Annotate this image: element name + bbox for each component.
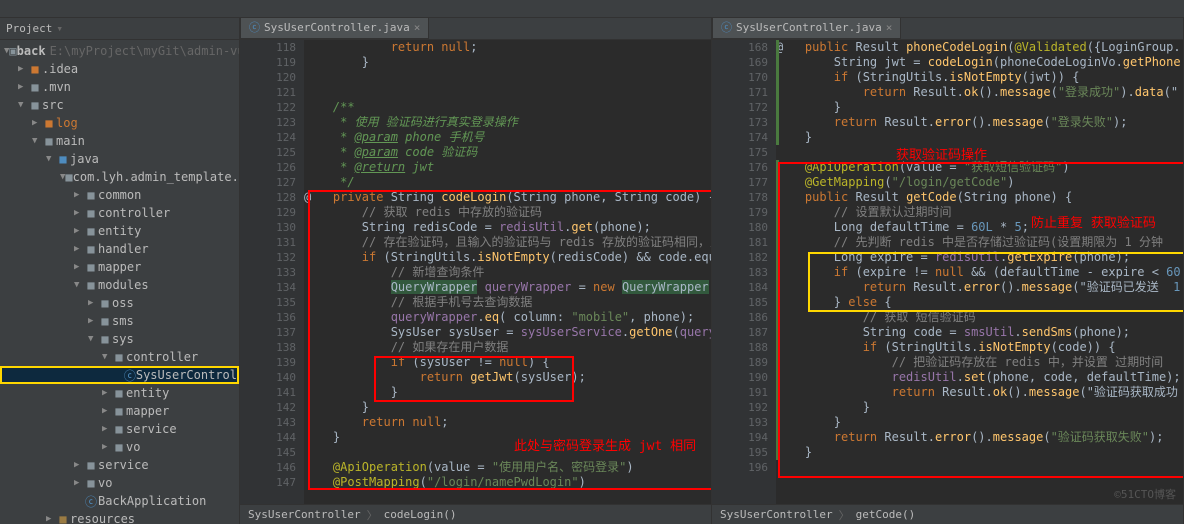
tree-sysusercontrol[interactable]: ⓒSysUserControl (0, 366, 239, 384)
editor-left: ⓒ SysUserController.java × 1181191201211… (240, 18, 712, 524)
tabs-right: ⓒ SysUserController.java × (712, 18, 1183, 40)
tree-idea[interactable]: ▶■.idea (0, 60, 239, 78)
code-left[interactable]: 1181191201211221231241251261271281291301… (240, 40, 711, 504)
tree-java[interactable]: ▼■java (0, 150, 239, 168)
tree-root[interactable]: ▼▣ back E:\myProject\myGit\admin-vue-tem (0, 42, 239, 60)
tree-modules[interactable]: ▼■modules (0, 276, 239, 294)
tree-controller[interactable]: ▶■controller (0, 204, 239, 222)
class-icon: ⓒ (721, 19, 732, 35)
tree-src[interactable]: ▼■src (0, 96, 239, 114)
tabs-left: ⓒ SysUserController.java × (240, 18, 711, 40)
red-annotation-label-box: 防止重复 获取验证码 (1031, 212, 1156, 231)
close-icon[interactable]: × (414, 21, 421, 34)
code-right[interactable]: 1681691701711721731741751761771781791801… (712, 40, 1183, 504)
breadcrumb-left[interactable]: SysUserController 〉 codeLogin() (240, 504, 711, 524)
tree-controller2[interactable]: ▼■controller (0, 348, 239, 366)
tree-mapper[interactable]: ▶■mapper (0, 258, 239, 276)
project-sidebar: Project ▾ ▼▣ back E:\myProject\myGit\adm… (0, 18, 240, 524)
tree-oss[interactable]: ▶■oss (0, 294, 239, 312)
red-annotation-label-top: 获取验证码操作 (896, 144, 987, 163)
vcs-modified-bar (776, 160, 779, 460)
project-label: Project (6, 22, 52, 35)
tree-backapp[interactable]: ⓒBackApplication (0, 492, 239, 510)
tree-mapper2[interactable]: ▶■mapper (0, 402, 239, 420)
tree-mvn[interactable]: ▶■.mvn (0, 78, 239, 96)
tree-log[interactable]: ▶■log (0, 114, 239, 132)
tree-pkg[interactable]: ▼■com.lyh.admin_template.bac (0, 168, 239, 186)
project-tree: ▼▣ back E:\myProject\myGit\admin-vue-tem… (0, 40, 239, 524)
tab-right[interactable]: ⓒ SysUserController.java × (712, 18, 901, 39)
top-toolbar (0, 0, 1184, 18)
tree-main[interactable]: ▼■main (0, 132, 239, 150)
watermark: ©51CTO博客 (1114, 486, 1176, 502)
close-icon[interactable]: × (886, 21, 893, 34)
tab-left[interactable]: ⓒ SysUserController.java × (240, 18, 429, 39)
tree-resources[interactable]: ▶■resources (0, 510, 239, 524)
vcs-modified-bar (776, 40, 779, 145)
project-header[interactable]: Project ▾ (0, 18, 239, 40)
tree-sms[interactable]: ▶■sms (0, 312, 239, 330)
tree-common[interactable]: ▶■common (0, 186, 239, 204)
class-icon: ⓒ (249, 19, 260, 35)
tree-entity[interactable]: ▶■entity (0, 222, 239, 240)
breadcrumb-right[interactable]: SysUserController 〉 getCode() (712, 504, 1183, 524)
tree-sys[interactable]: ▼■sys (0, 330, 239, 348)
tree-vo[interactable]: ▶■vo (0, 474, 239, 492)
tree-service[interactable]: ▶■service (0, 456, 239, 474)
red-annotation-label: 此处与密码登录生成 jwt 相同 (514, 435, 696, 454)
editor-right: ⓒ SysUserController.java × 1681691701711… (712, 18, 1184, 524)
tree-entity2[interactable]: ▶■entity (0, 384, 239, 402)
tree-handler[interactable]: ▶■handler (0, 240, 239, 258)
tree-vo2[interactable]: ▶■vo (0, 438, 239, 456)
tree-service2[interactable]: ▶■service (0, 420, 239, 438)
